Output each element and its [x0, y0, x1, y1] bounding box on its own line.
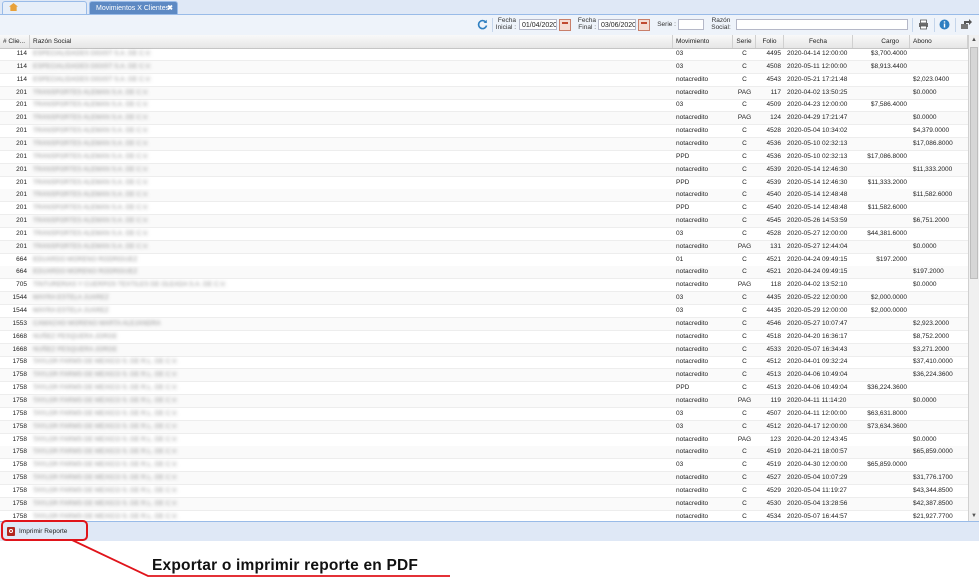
annotation-label: Exportar o imprimir reporte en PDF	[152, 557, 419, 574]
annotation-arrow-line	[71, 539, 450, 577]
